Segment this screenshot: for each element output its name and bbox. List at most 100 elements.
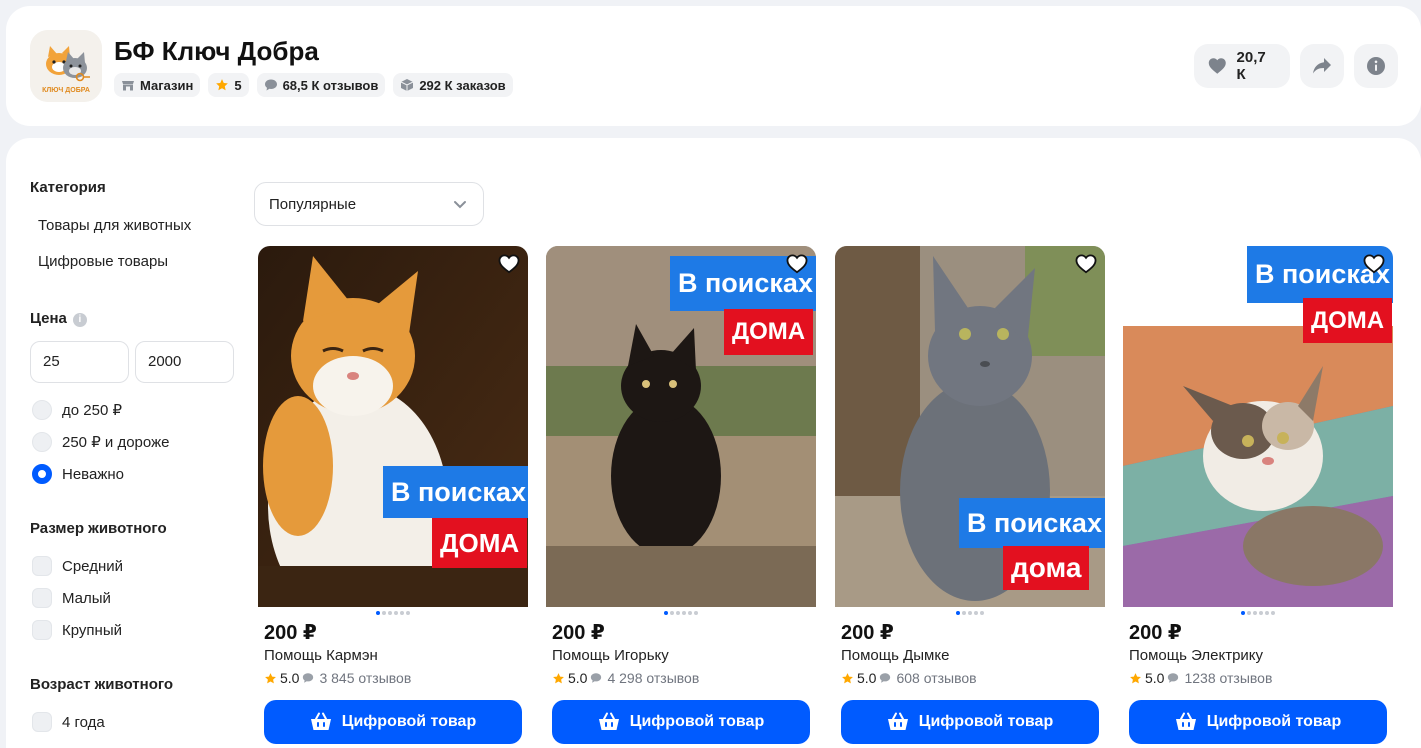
- basket-icon: [1175, 712, 1196, 730]
- product-rating: 5.0 1238 отзывов: [1129, 670, 1272, 686]
- product-rating: 5.0 4 298 отзывов: [552, 670, 699, 686]
- digital-product-button[interactable]: Цифровой товар: [1129, 700, 1387, 744]
- checkbox[interactable]: [32, 712, 52, 732]
- reviews-count[interactable]: 3 845 отзывов: [319, 670, 411, 686]
- image-pagination-dots[interactable]: [258, 611, 528, 615]
- basket-icon: [310, 712, 331, 730]
- radio-button[interactable]: [32, 400, 52, 420]
- price-option-250-plus[interactable]: 250 ₽ и дороже: [32, 432, 169, 452]
- product-name[interactable]: Помощь Электрику: [1129, 647, 1263, 664]
- product-price: 200 ₽: [841, 622, 894, 644]
- product-rating: 5.0 3 845 отзывов: [264, 670, 411, 686]
- banner-line-2: дома: [1003, 546, 1090, 590]
- chat-bubble-icon: [1168, 673, 1179, 683]
- product-image[interactable]: В поисках ДОМА: [258, 246, 528, 607]
- shop-title: БФ Ключ Добра: [114, 36, 319, 66]
- reviews-count[interactable]: 4 298 отзывов: [607, 670, 699, 686]
- share-button[interactable]: [1300, 44, 1344, 88]
- shop-logo[interactable]: КЛЮЧ ДОБРА: [30, 30, 102, 102]
- product-image[interactable]: В поисках дома: [835, 246, 1105, 607]
- chat-bubble-icon: [591, 673, 602, 683]
- reviews-chip-label: 68,5 К отзывов: [282, 77, 379, 93]
- category-filter-title: Категория: [30, 179, 106, 196]
- product-price: 200 ₽: [552, 622, 605, 644]
- age-option-4-years[interactable]: 4 года: [32, 712, 105, 732]
- orders-chip[interactable]: 292 К заказов: [393, 73, 513, 97]
- price-option-under-250[interactable]: до 250 ₽: [32, 400, 122, 420]
- price-to-input[interactable]: 2000: [135, 341, 234, 383]
- product-name[interactable]: Помощь Кармэн: [264, 647, 378, 664]
- rating-chip-value: 5: [234, 77, 242, 93]
- chevron-down-icon: [454, 200, 466, 208]
- radio-button-selected[interactable]: [32, 464, 52, 484]
- image-pagination-dots[interactable]: [1123, 611, 1393, 615]
- banner-line-2: ДОМА: [432, 518, 528, 568]
- header-actions: 20,7 К: [1194, 44, 1398, 88]
- basket-icon: [598, 712, 619, 730]
- info-button[interactable]: [1354, 44, 1398, 88]
- heart-outline-icon[interactable]: [1363, 254, 1385, 274]
- banner-line-1: В поисках: [959, 498, 1105, 548]
- digital-product-button[interactable]: Цифровой товар: [264, 700, 522, 744]
- box-icon: [401, 79, 414, 91]
- product-image[interactable]: В поисках ДОМА: [1123, 246, 1393, 607]
- reviews-count[interactable]: 608 отзывов: [896, 670, 976, 686]
- info-icon[interactable]: i: [72, 313, 87, 327]
- product-price: 200 ₽: [1129, 622, 1182, 644]
- product-price: 200 ₽: [264, 622, 317, 644]
- digital-product-button[interactable]: Цифровой товар: [841, 700, 1099, 744]
- chat-bubble-icon: [880, 673, 891, 683]
- rating-value: 5.0: [568, 670, 588, 686]
- reviews-count[interactable]: 1238 отзывов: [1184, 670, 1272, 686]
- product-rating: 5.0 608 отзывов: [841, 670, 977, 686]
- like-shop-button[interactable]: 20,7 К: [1194, 44, 1290, 88]
- size-option-label: Средний: [62, 557, 123, 575]
- store-icon: [122, 81, 134, 91]
- digital-product-button[interactable]: Цифровой товар: [552, 700, 810, 744]
- orders-chip-label: 292 К заказов: [419, 77, 506, 93]
- category-link-digital[interactable]: Цифровые товары: [38, 253, 168, 270]
- product-card[interactable]: В поисках ДОМА 200 ₽ Помощь Электрику 5.…: [1123, 246, 1393, 746]
- store-chip-label: Магазин: [140, 77, 194, 93]
- size-option-small[interactable]: Малый: [32, 588, 111, 608]
- size-option-label: Крупный: [62, 621, 122, 639]
- radio-button[interactable]: [32, 432, 52, 452]
- price-filter-title: Цена i: [30, 310, 87, 327]
- image-pagination-dots[interactable]: [546, 611, 816, 615]
- info-icon: [1367, 57, 1385, 75]
- heart-outline-icon[interactable]: [498, 254, 520, 274]
- product-card[interactable]: В поисках дома 200 ₽ Помощь Дымке 5.0 60…: [835, 246, 1105, 746]
- product-name[interactable]: Помощь Игорьку: [552, 647, 669, 664]
- product-card[interactable]: В поисках ДОМА 200 ₽ Помощь Кармэн 5.0 3…: [258, 246, 528, 746]
- category-link-pets[interactable]: Товары для животных: [38, 217, 191, 234]
- price-from-input[interactable]: 25: [30, 341, 129, 383]
- age-filter-title: Возраст животного: [30, 676, 174, 693]
- product-image[interactable]: В поисках ДОМА: [546, 246, 816, 607]
- checkbox[interactable]: [32, 588, 52, 608]
- shop-info-chips: Магазин 5 68,5 К отзывов 292 К заказов: [114, 73, 513, 97]
- logo-text: КЛЮЧ ДОБРА: [42, 87, 90, 94]
- share-arrow-icon: [1313, 58, 1331, 74]
- star-icon: [553, 672, 564, 683]
- store-chip[interactable]: Магазин: [114, 73, 201, 97]
- catalog-panel: Категория Товары для животных Цифровые т…: [6, 138, 1421, 748]
- star-icon: [1130, 672, 1141, 683]
- price-option-any[interactable]: Неважно: [32, 464, 124, 484]
- checkbox[interactable]: [32, 620, 52, 640]
- sort-dropdown[interactable]: Популярные: [254, 182, 484, 226]
- size-option-medium[interactable]: Средний: [32, 556, 123, 576]
- chat-bubble-icon: [303, 673, 314, 683]
- cats-logo-icon: КЛЮЧ ДОБРА: [30, 30, 102, 102]
- size-option-large[interactable]: Крупный: [32, 620, 122, 640]
- product-name[interactable]: Помощь Дымке: [841, 647, 949, 664]
- product-card[interactable]: В поисках ДОМА 200 ₽ Помощь Игорьку 5.0 …: [546, 246, 816, 746]
- image-pagination-dots[interactable]: [835, 611, 1105, 615]
- heart-outline-icon[interactable]: [1075, 254, 1097, 274]
- banner-line-2: ДОМА: [1303, 298, 1393, 343]
- age-option-label: 4 года: [62, 713, 105, 731]
- size-option-label: Малый: [62, 589, 111, 607]
- reviews-chip[interactable]: 68,5 К отзывов: [256, 73, 386, 97]
- checkbox[interactable]: [32, 556, 52, 576]
- heart-outline-icon[interactable]: [786, 254, 808, 274]
- rating-chip[interactable]: 5: [208, 73, 249, 97]
